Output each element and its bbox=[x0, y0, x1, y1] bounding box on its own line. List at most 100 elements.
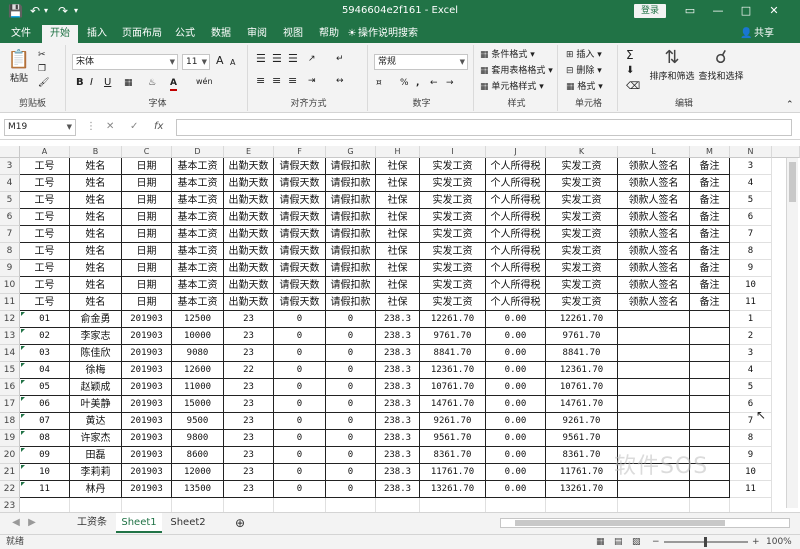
cell[interactable] bbox=[326, 498, 376, 512]
cell[interactable] bbox=[122, 498, 172, 512]
cell[interactable]: 基本工资 bbox=[172, 158, 224, 175]
grow-font-button[interactable]: A bbox=[216, 55, 224, 67]
cell[interactable]: 11 bbox=[730, 294, 772, 311]
cell[interactable]: 08 bbox=[20, 430, 70, 447]
cell[interactable]: 请假扣款 bbox=[326, 175, 376, 192]
cell[interactable]: 12600 bbox=[172, 362, 224, 379]
cell[interactable] bbox=[618, 430, 690, 447]
cell[interactable]: 出勤天数 bbox=[224, 158, 274, 175]
cell[interactable]: 9261.70 bbox=[420, 413, 486, 430]
cell[interactable]: 出勤天数 bbox=[224, 192, 274, 209]
cell[interactable]: 社保 bbox=[376, 158, 420, 175]
cell[interactable]: 9 bbox=[730, 260, 772, 277]
cell[interactable]: 201903 bbox=[122, 464, 172, 481]
column-header[interactable]: I bbox=[420, 146, 486, 158]
cut-icon[interactable]: ✂ bbox=[38, 49, 46, 61]
cell[interactable] bbox=[690, 498, 730, 512]
cell[interactable]: 出勤天数 bbox=[224, 209, 274, 226]
tab-help[interactable]: 帮助 bbox=[314, 25, 344, 43]
cell[interactable]: 0.00 bbox=[486, 447, 546, 464]
cell[interactable]: 实发工资 bbox=[546, 158, 618, 175]
cell[interactable]: 实发工资 bbox=[420, 158, 486, 175]
cell[interactable]: 请假扣款 bbox=[326, 277, 376, 294]
tab-page-layout[interactable]: 页面布局 bbox=[118, 25, 166, 43]
font-name-combo[interactable]: 宋体 ▼ bbox=[72, 54, 178, 70]
cell[interactable] bbox=[618, 379, 690, 396]
autosum-icon[interactable]: Σ bbox=[626, 49, 634, 61]
zoom-slider-thumb[interactable] bbox=[704, 537, 707, 547]
cell[interactable]: 23 bbox=[224, 464, 274, 481]
cell[interactable]: 李莉莉 bbox=[70, 464, 122, 481]
row-header[interactable]: 9 bbox=[0, 260, 20, 277]
collapse-ribbon-icon[interactable]: ⌃ bbox=[786, 99, 794, 111]
increase-decimal-icon[interactable]: ← bbox=[430, 77, 438, 89]
cell[interactable]: 238.3 bbox=[376, 464, 420, 481]
cell[interactable]: 201903 bbox=[122, 311, 172, 328]
cell[interactable]: 13261.70 bbox=[420, 481, 486, 498]
cell[interactable]: 0.00 bbox=[486, 413, 546, 430]
cell[interactable]: 领款人签名 bbox=[618, 277, 690, 294]
scrollbar-thumb[interactable] bbox=[789, 162, 796, 202]
cell[interactable]: 6 bbox=[730, 209, 772, 226]
cell[interactable] bbox=[224, 498, 274, 512]
cell[interactable]: 23 bbox=[224, 481, 274, 498]
minimize-icon[interactable]: — bbox=[708, 2, 728, 20]
cell[interactable]: 238.3 bbox=[376, 396, 420, 413]
shrink-font-button[interactable]: A bbox=[230, 57, 235, 69]
cell[interactable]: 徐梅 bbox=[70, 362, 122, 379]
cell[interactable] bbox=[20, 498, 70, 512]
cell[interactable]: 基本工资 bbox=[172, 175, 224, 192]
cell[interactable]: 9761.70 bbox=[420, 328, 486, 345]
cell[interactable]: 个人所得税 bbox=[486, 192, 546, 209]
cell[interactable] bbox=[618, 328, 690, 345]
cell[interactable]: 238.3 bbox=[376, 413, 420, 430]
column-header[interactable]: B bbox=[70, 146, 122, 158]
column-header[interactable]: K bbox=[546, 146, 618, 158]
cell[interactable]: 1 bbox=[730, 311, 772, 328]
cell[interactable]: 出勤天数 bbox=[224, 175, 274, 192]
cell[interactable]: 请假天数 bbox=[274, 209, 326, 226]
cell[interactable]: 李家志 bbox=[70, 328, 122, 345]
cell[interactable]: 备注 bbox=[690, 175, 730, 192]
cell[interactable] bbox=[70, 498, 122, 512]
cell[interactable]: 11 bbox=[730, 481, 772, 498]
column-header[interactable]: L bbox=[618, 146, 690, 158]
scrollbar-thumb[interactable] bbox=[515, 520, 725, 526]
align-bottom-icon[interactable]: ☰ bbox=[288, 53, 298, 65]
cell[interactable]: 0 bbox=[326, 481, 376, 498]
cell[interactable]: 12261.70 bbox=[546, 311, 618, 328]
align-right-icon[interactable]: ≡ bbox=[288, 75, 297, 87]
column-header[interactable]: N bbox=[730, 146, 772, 158]
cell[interactable]: 0 bbox=[326, 447, 376, 464]
cell[interactable]: 叶美静 bbox=[70, 396, 122, 413]
cell[interactable]: 姓名 bbox=[70, 226, 122, 243]
cell[interactable]: 姓名 bbox=[70, 192, 122, 209]
name-box[interactable]: M19 ▼ bbox=[4, 119, 76, 136]
cell[interactable]: 姓名 bbox=[70, 277, 122, 294]
cell[interactable]: 社保 bbox=[376, 260, 420, 277]
wrap-text-icon[interactable]: ↵ bbox=[336, 53, 344, 65]
cell[interactable]: 8 bbox=[730, 430, 772, 447]
row-header[interactable]: 3 bbox=[0, 158, 20, 175]
cell[interactable]: 22 bbox=[224, 362, 274, 379]
add-sheet-icon[interactable]: ⊕ bbox=[232, 513, 248, 533]
cell[interactable]: 工号 bbox=[20, 209, 70, 226]
formula-input[interactable] bbox=[176, 119, 792, 136]
row-header[interactable]: 5 bbox=[0, 192, 20, 209]
cell[interactable]: 0.00 bbox=[486, 481, 546, 498]
cell[interactable]: 实发工资 bbox=[420, 294, 486, 311]
cell[interactable]: 日期 bbox=[122, 277, 172, 294]
cell[interactable]: 201903 bbox=[122, 481, 172, 498]
cell[interactable]: 备注 bbox=[690, 243, 730, 260]
cell[interactable]: 个人所得税 bbox=[486, 158, 546, 175]
cell[interactable]: 238.3 bbox=[376, 430, 420, 447]
row-header[interactable]: 14 bbox=[0, 345, 20, 362]
cell[interactable]: 23 bbox=[224, 430, 274, 447]
cell[interactable]: 0 bbox=[326, 430, 376, 447]
cell[interactable] bbox=[618, 362, 690, 379]
cell[interactable]: 11 bbox=[20, 481, 70, 498]
cell[interactable]: 出勤天数 bbox=[224, 277, 274, 294]
cell[interactable]: 日期 bbox=[122, 260, 172, 277]
row-header[interactable]: 21 bbox=[0, 464, 20, 481]
cell[interactable]: 实发工资 bbox=[420, 209, 486, 226]
